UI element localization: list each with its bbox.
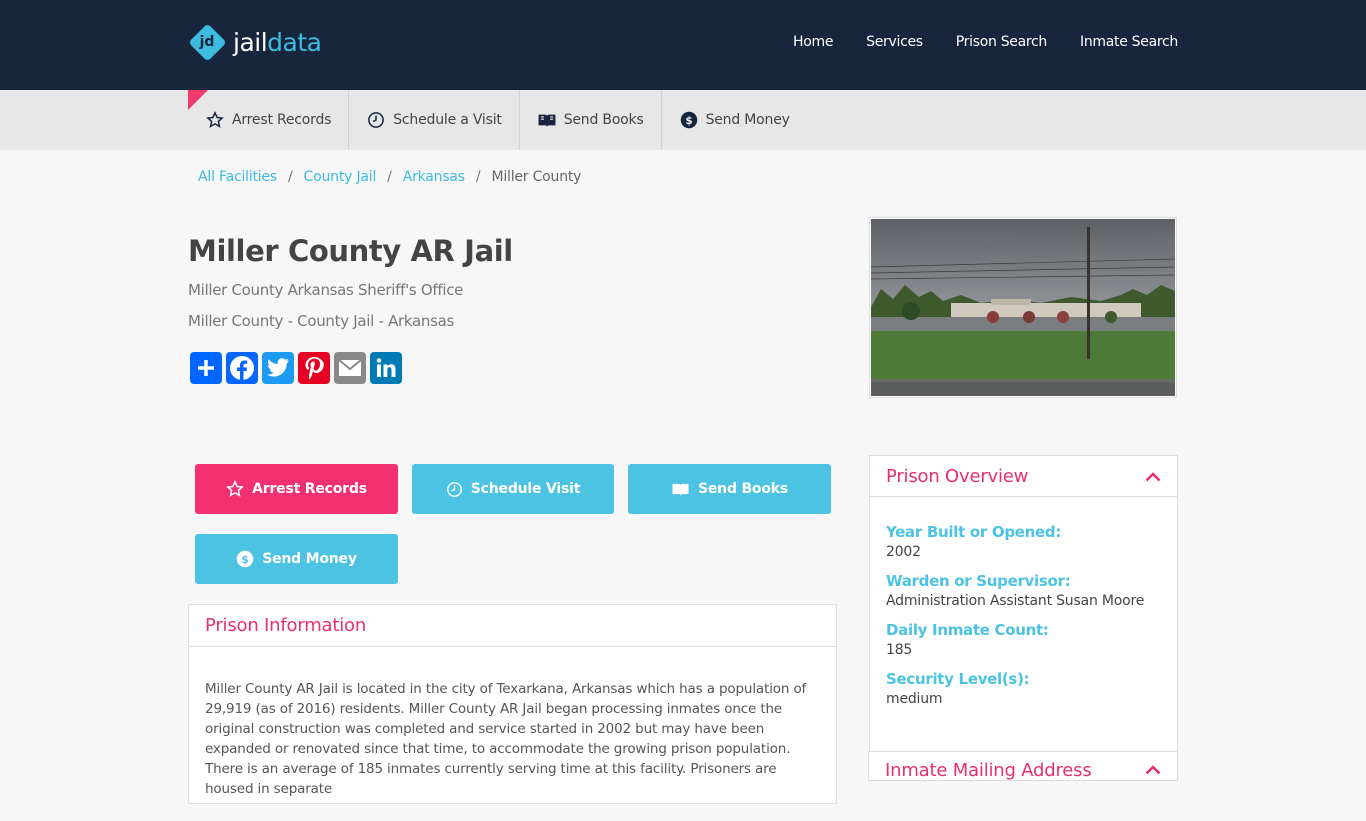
breadcrumb-all-facilities[interactable]: All Facilities <box>198 169 277 185</box>
clock-icon <box>446 481 463 498</box>
send-money-button[interactable]: $ Send Money <box>195 534 398 584</box>
overview-value: 2002 <box>886 544 921 560</box>
subnav-send-money[interactable]: $ Send Money <box>662 90 807 150</box>
chevron-up-icon[interactable] <box>1145 466 1161 487</box>
plus-icon <box>198 360 214 376</box>
clock-icon <box>366 110 386 130</box>
prison-overview-panel: Prison Overview Year Built or Opened: 20… <box>869 455 1178 752</box>
book-icon <box>671 481 690 497</box>
email-share-button[interactable] <box>334 352 366 384</box>
pinterest-icon <box>305 357 324 380</box>
overview-label: Daily Inmate Count: <box>886 621 1049 639</box>
subnav-label: Arrest Records <box>232 112 332 128</box>
overview-label: Security Level(s): <box>886 670 1030 688</box>
svg-text:$: $ <box>685 115 692 127</box>
page-title: Miller County AR Jail <box>188 234 513 268</box>
facility-agency: Miller County Arkansas Sheriff's Office <box>188 281 464 299</box>
arrest-records-label: Arrest Records <box>252 481 367 497</box>
chevron-up-icon[interactable] <box>1145 760 1161 779</box>
schedule-visit-button[interactable]: Schedule Visit <box>412 464 614 514</box>
breadcrumb-arkansas[interactable]: Arkansas <box>403 169 465 185</box>
breadcrumb-current: Miller County <box>491 169 582 185</box>
overview-label: Warden or Supervisor: <box>886 572 1071 590</box>
twitter-share-button[interactable] <box>262 352 294 384</box>
top-header: jd jaildata Home Services Prison Search … <box>0 0 1366 90</box>
envelope-icon <box>338 359 362 376</box>
prison-overview-header[interactable]: Prison Overview <box>870 456 1177 497</box>
star-icon <box>205 110 225 130</box>
linkedin-icon <box>376 358 396 377</box>
logo-text: jaildata <box>233 27 322 57</box>
book-icon <box>537 110 557 130</box>
subnav-label: Send Books <box>563 112 644 128</box>
breadcrumb-separator: / <box>288 169 293 185</box>
send-money-label: Send Money <box>262 551 357 567</box>
overview-value: Administration Assistant Susan Moore <box>886 593 1145 609</box>
star-icon <box>226 480 245 498</box>
prison-information-panel: Prison Information Miller County AR Jail… <box>188 604 837 804</box>
nav-home[interactable]: Home <box>793 34 833 50</box>
breadcrumb-separator: / <box>475 169 481 185</box>
subnav-schedule-visit[interactable]: Schedule a Visit <box>349 90 520 150</box>
twitter-icon <box>267 358 289 377</box>
site-logo[interactable]: jd jaildata <box>188 23 322 62</box>
subnav-send-books[interactable]: Send Books <box>520 90 662 150</box>
overview-label: Year Built or Opened: <box>886 523 1062 541</box>
inmate-mailing-heading: Inmate Mailing Address <box>885 760 1092 781</box>
breadcrumb-separator: / <box>387 169 392 185</box>
prison-information-text: Miller County AR Jail is located in the … <box>205 681 807 797</box>
prison-overview-heading: Prison Overview <box>886 465 1029 487</box>
facebook-share-button[interactable] <box>226 352 258 384</box>
dollar-icon: $ <box>679 110 699 130</box>
pinterest-share-button[interactable] <box>298 352 330 384</box>
breadcrumb: All Facilities / County Jail / Arkansas … <box>198 169 581 185</box>
nav-services[interactable]: Services <box>866 34 923 50</box>
linkedin-share-button[interactable] <box>370 352 402 384</box>
main-nav: Home Services Prison Search Inmate Searc… <box>760 34 1178 50</box>
breadcrumb-county-jail[interactable]: County Jail <box>304 169 377 185</box>
logo-mark-icon: jd <box>188 23 227 62</box>
service-bar: Arrest Records Schedule a Visit Send Boo… <box>0 90 1366 150</box>
facility-photo <box>869 217 1177 398</box>
inmate-mailing-panel[interactable]: Inmate Mailing Address <box>868 751 1178 781</box>
dollar-icon: $ <box>236 550 254 568</box>
facility-category: Miller County - County Jail - Arkansas <box>188 312 455 330</box>
subnav-label: Schedule a Visit <box>393 112 502 128</box>
subnav-label: Send Money <box>705 112 790 128</box>
subnav-arrest-records[interactable]: Arrest Records <box>188 90 350 150</box>
prison-overview-body: Year Built or Opened: 2002 Warden or Sup… <box>870 497 1177 707</box>
nav-prison-search[interactable]: Prison Search <box>956 34 1048 50</box>
share-add-button[interactable] <box>190 352 222 384</box>
share-bar <box>190 352 402 384</box>
prison-information-heading: Prison Information <box>189 605 836 647</box>
nav-inmate-search[interactable]: Inmate Search <box>1080 34 1178 50</box>
send-books-label: Send Books <box>698 481 788 497</box>
svg-text:$: $ <box>242 554 249 566</box>
facebook-icon <box>230 356 254 380</box>
overview-value: medium <box>886 691 943 707</box>
arrest-records-button[interactable]: Arrest Records <box>195 464 398 514</box>
overview-value: 185 <box>886 642 913 658</box>
schedule-visit-label: Schedule Visit <box>470 481 581 497</box>
send-books-button[interactable]: Send Books <box>628 464 831 514</box>
